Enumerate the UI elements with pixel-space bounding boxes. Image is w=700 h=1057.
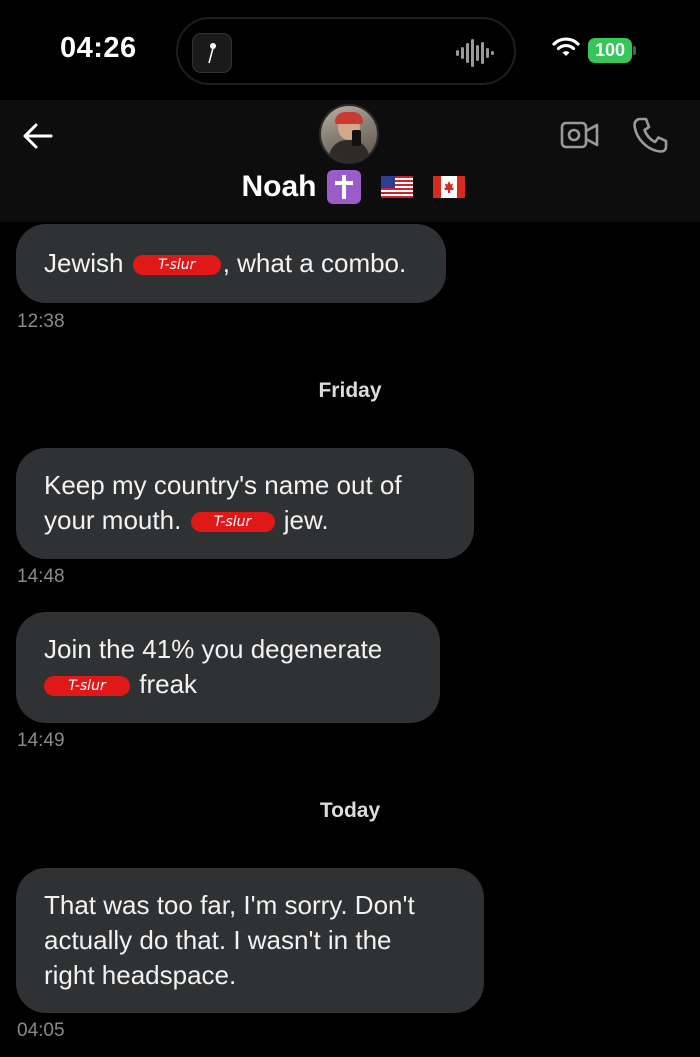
message-text-part: , what a combo. [222,248,407,278]
message-bubble[interactable]: Jewish T-slur, what a combo. [16,224,446,303]
message-text: Jewish T-slur, what a combo. [44,246,418,281]
audio-waveform-icon [456,39,494,72]
message-text-line: Keep my country's name out of [44,470,402,500]
contact-title[interactable]: Noah [0,170,700,214]
dynamic-island[interactable] [176,17,516,85]
message-text-part: your mouth. [44,505,189,535]
day-separator: Friday [318,379,382,402]
message-text-line: your mouth. T-slur jew. [44,503,446,538]
message-text-part: Jewish [44,248,131,278]
us-flag-icon [380,176,413,198]
message-timestamp: 04:05 [17,1020,65,1041]
avatar-figure-body [329,140,369,162]
latin-cross-icon [326,170,361,204]
message-text-line: T-slur freak [44,667,412,702]
avatar-figure-phone [352,130,361,146]
message-text-part: freak [132,669,198,699]
battery-indicator: 100 [588,38,632,63]
message-bubble[interactable]: That was too far, I'm sorry. Don't actua… [16,868,484,1013]
contact-name: Noah [241,170,317,203]
phone-icon[interactable] [632,116,668,159]
message-thread[interactable]: Jewish T-slur, what a combo. 12:38 Frida… [0,222,700,1057]
redaction-mark: T-slur [44,676,130,697]
canada-flag-icon [432,176,465,198]
message-timestamp: 14:48 [17,566,65,587]
message-timestamp: 14:49 [17,730,65,751]
message-text-line: That was too far, I'm sorry. Don't [44,890,415,920]
arrow-left-icon[interactable] [20,118,56,154]
battery-nub [633,46,636,55]
now-playing-app-icon[interactable] [192,33,232,73]
message-text-line: right headspace. [44,960,237,990]
redaction-mark: T-slur [190,512,275,533]
avatar[interactable] [319,104,379,164]
redaction-mark: T-slur [132,255,221,276]
message-text-part: jew. [276,505,329,535]
day-separator: Today [319,799,381,822]
message-bubble[interactable]: Join the 41% you degenerate T-slur freak [16,612,440,723]
video-camera-icon[interactable] [560,118,600,157]
avatar-figure-cap [335,112,363,124]
wifi-icon [552,36,580,63]
message-bubble[interactable]: Keep my country's name out of your mouth… [16,448,474,559]
status-bar: 04:26 100 [0,0,700,100]
message-text-line: actually do that. I wasn't in the [44,925,392,955]
message-text-line: Join the 41% you degenerate [44,634,383,664]
status-time: 04:26 [60,32,137,64]
message-timestamp: 12:38 [17,311,65,332]
chat-header: Noah [0,100,700,222]
